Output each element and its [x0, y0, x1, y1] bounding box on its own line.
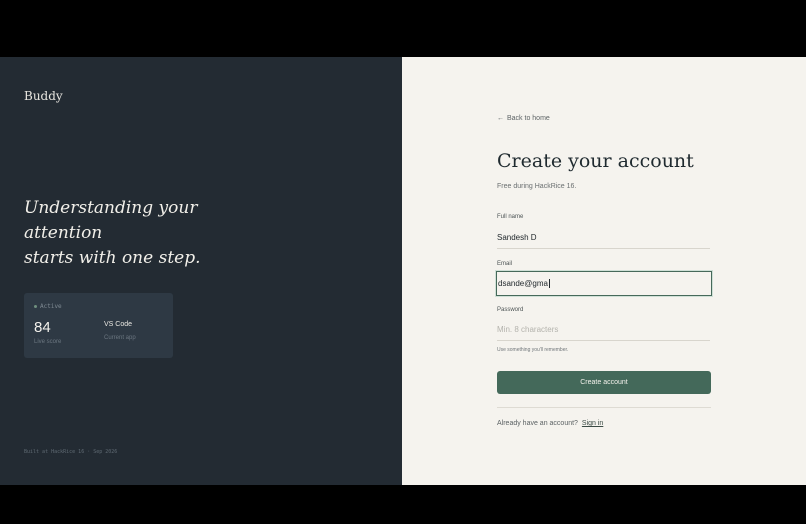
status-dot-icon — [34, 305, 37, 308]
text-caret — [548, 279, 550, 288]
brand-panel: Buddy Understanding your attention start… — [0, 57, 402, 485]
signin-prompt: Already have an account? — [497, 420, 578, 427]
email-field[interactable]: dsande@gma — [496, 271, 712, 296]
tagline-line: attention — [24, 223, 103, 243]
divider — [497, 407, 711, 408]
password-placeholder: Min. 8 characters — [497, 325, 559, 334]
signin-link[interactable]: Sign in — [582, 420, 603, 427]
brand-logo: Buddy — [24, 89, 63, 103]
live-score-value: 84 — [34, 319, 51, 336]
page-title: Create your account — [497, 150, 694, 172]
back-link-label: Back to home — [507, 115, 550, 122]
status-badge: Active — [34, 303, 62, 310]
email-label: Email — [497, 261, 513, 267]
current-app-value: VS Code — [104, 321, 133, 328]
back-to-home-link[interactable]: ← Back to home — [497, 115, 550, 122]
status-card: Active 84 Live score VS Code Current app — [24, 293, 173, 358]
password-field[interactable]: Min. 8 characters — [497, 319, 710, 341]
page-subtitle: Free during HackRice 16. — [497, 183, 577, 190]
footer-note: Built at HackRice 16 · Sep 2026 — [24, 449, 118, 455]
full-name-value: Sandesh D — [497, 233, 537, 242]
tagline-line: Understanding your — [24, 198, 198, 218]
hero-tagline: Understanding your attention starts with… — [24, 196, 201, 271]
email-value: dsande@gma — [498, 279, 548, 288]
live-score-label: Live score — [34, 339, 62, 345]
password-label: Password — [497, 307, 524, 313]
signup-panel: ← Back to home Create your account Free … — [402, 57, 806, 485]
current-app-label: Current app — [104, 335, 136, 341]
full-name-label: Full name — [497, 214, 524, 220]
password-hint: Use something you'll remember. — [497, 347, 569, 353]
create-account-button[interactable]: Create account — [497, 371, 711, 394]
signin-row: Already have an account? Sign in — [497, 420, 603, 427]
full-name-field[interactable]: Sandesh D — [497, 227, 710, 249]
status-text: Active — [40, 303, 62, 310]
signup-window: Buddy Understanding your attention start… — [0, 57, 806, 485]
arrow-left-icon: ← — [497, 115, 504, 122]
tagline-line: starts with one step. — [24, 248, 201, 268]
